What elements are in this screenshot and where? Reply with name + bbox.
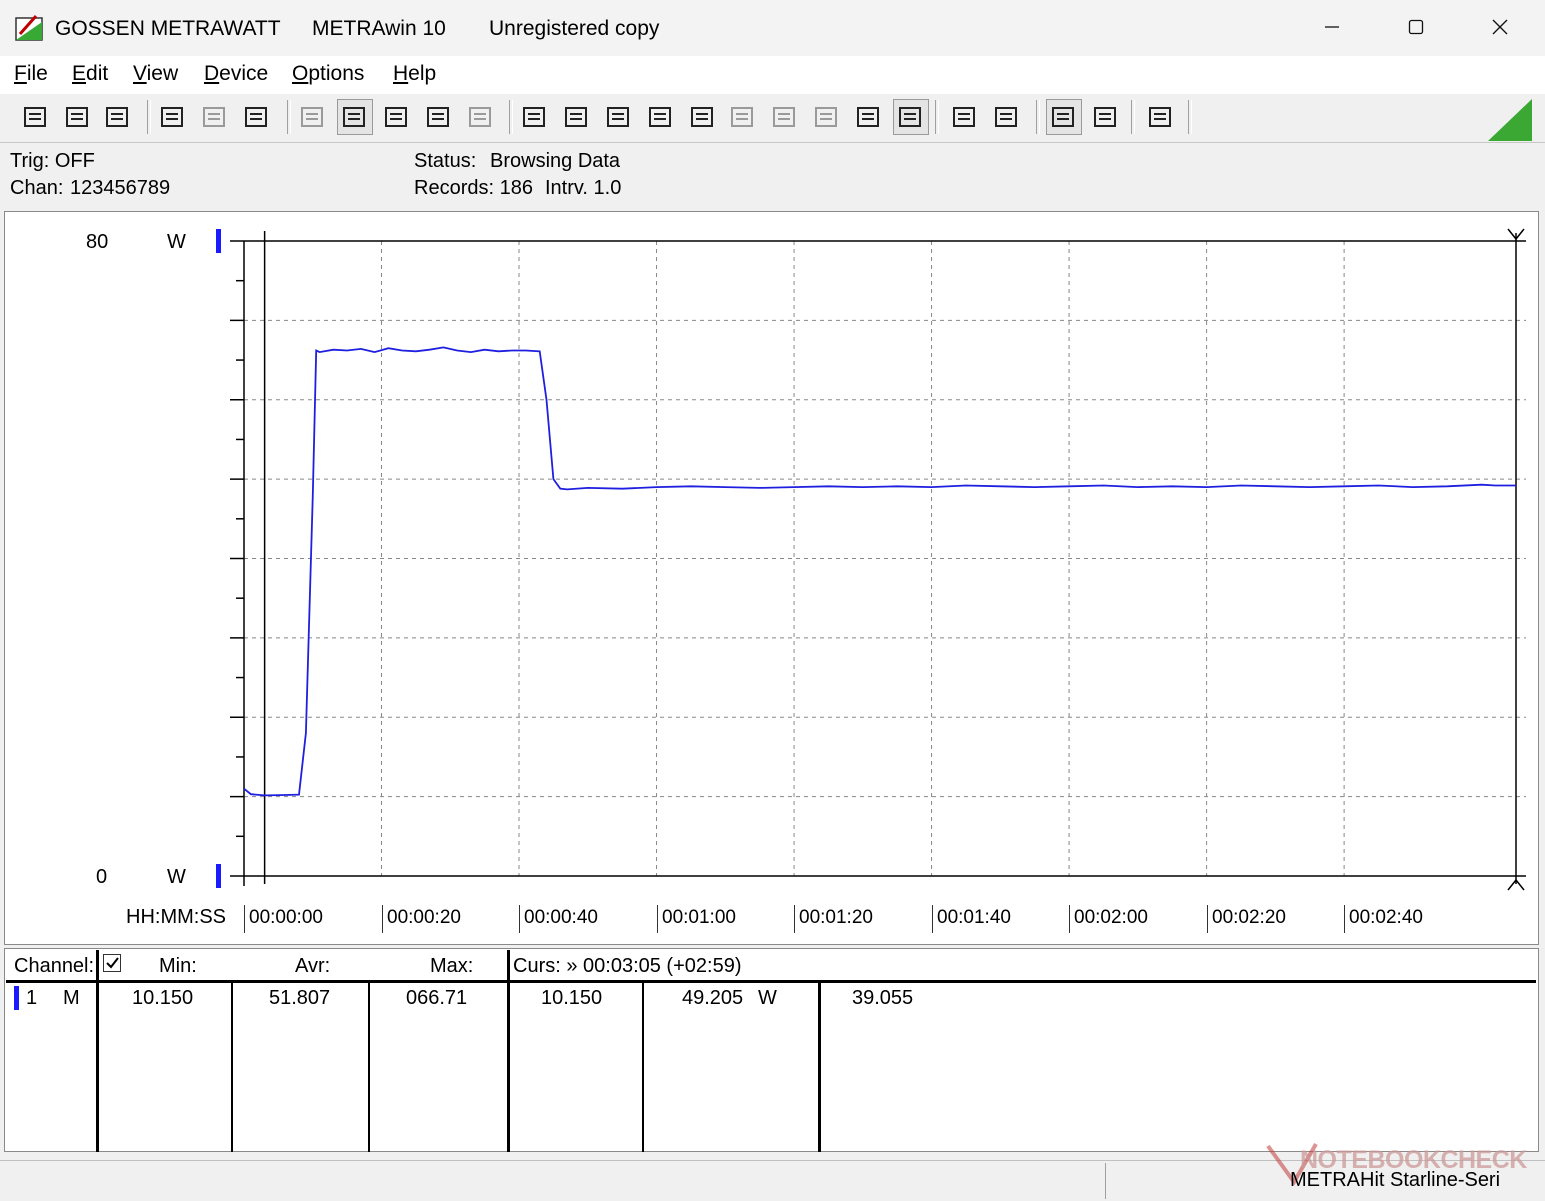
status-bar-divider — [1105, 1163, 1106, 1199]
header-avr: Avr: — [295, 955, 331, 977]
x-tick-label: 00:02:20 — [1207, 905, 1286, 933]
table-column-divider — [507, 950, 510, 1152]
x-axis-label: HH:MM:SS — [126, 906, 226, 928]
table-column-divider — [368, 983, 370, 1152]
select-all-checkbox[interactable] — [103, 954, 121, 972]
x-tick-label: 00:00:20 — [382, 905, 461, 933]
row-unit: W — [758, 987, 777, 1009]
x-tick-label: 00:01:20 — [794, 905, 873, 933]
table-column-divider — [231, 983, 233, 1152]
channel-color-marker — [14, 986, 19, 1010]
table-column-divider — [818, 983, 821, 1152]
x-tick-label: 00:01:40 — [932, 905, 1011, 933]
row-channel-number[interactable]: 1 — [26, 987, 37, 1010]
row-value-3: 39.055 — [852, 987, 914, 1009]
x-tick-label: 00:00:40 — [519, 905, 598, 933]
row-max-value: 066.71 — [406, 987, 468, 1009]
x-tick-label: 00:01:00 — [657, 905, 736, 933]
table-header-divider — [6, 980, 1536, 983]
power-series-line — [243, 346, 1516, 797]
x-tick-label: 00:00:00 — [244, 905, 323, 933]
header-max: Max: — [430, 955, 474, 977]
row-channel-mode: M — [63, 987, 80, 1009]
checkmark-icon — [106, 957, 119, 969]
header-channel: Channel: — [14, 955, 95, 977]
row-value-2: 49.205 — [682, 987, 744, 1009]
measurement-table — [4, 948, 1539, 1152]
device-name: METRAHit Starline-Seri — [1290, 1169, 1501, 1191]
row-min-value: 10.150 — [132, 987, 194, 1009]
x-tick-label: 00:02:00 — [1069, 905, 1148, 933]
row-cursor-value: 10.150 — [541, 987, 603, 1009]
header-min: Min: — [159, 955, 197, 977]
x-tick-label: 00:02:40 — [1344, 905, 1423, 933]
row-avr-value: 51.807 — [269, 987, 331, 1009]
header-cursor: Curs: » 00:03:05 (+02:59) — [513, 955, 742, 977]
power-chart[interactable] — [0, 0, 1545, 945]
table-column-divider — [96, 950, 99, 1152]
table-column-divider — [642, 983, 644, 1152]
